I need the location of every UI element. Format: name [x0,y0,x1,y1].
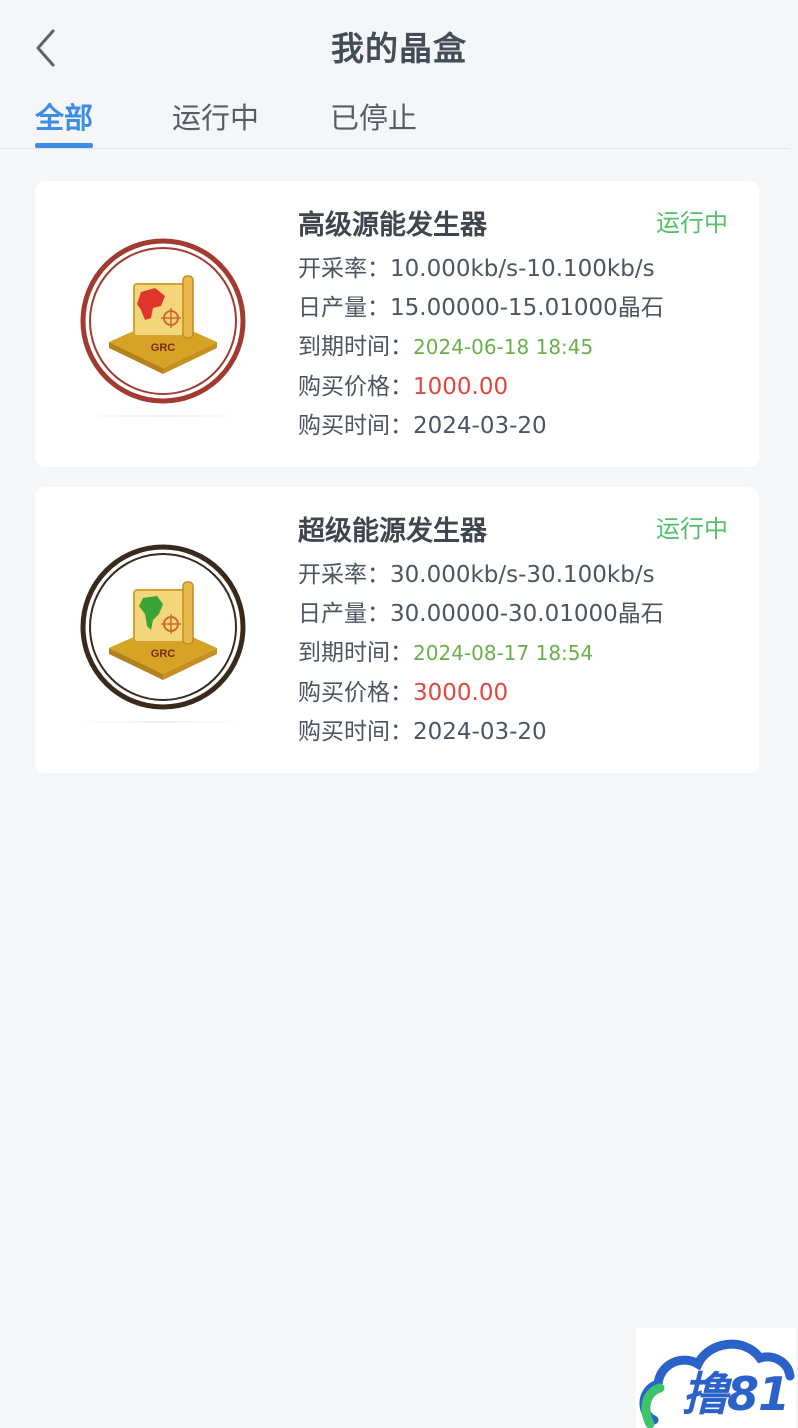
purchase-price-label: 购买价格： [298,680,413,706]
product-name: 超级能源发生器 [298,516,487,547]
status-badge: 运行中 [656,209,728,237]
daily-output-label: 日产量： [298,295,390,321]
page-title: 我的晶盒 [331,29,467,68]
purchase-time-label: 购买时间： [298,719,413,745]
grc-logo-icon: GRC [80,544,246,710]
logo-shadow [71,721,251,723]
purchase-time: 购买时间：2024-03-20 [298,712,547,746]
logo-text: GRC [151,342,176,354]
grc-logo-icon: GRC [80,238,246,404]
daily-output-value: 30.00000-30.01000晶石 [390,601,664,627]
expire-time: 到期时间：2024-06-18 18:45 [298,327,593,361]
daily-output: 日产量：15.00000-15.01000晶石 [298,288,664,322]
logo-text: GRC [151,648,176,660]
mining-rate-label: 开采率： [298,562,390,588]
expire-time-value: 2024-08-17 18:54 [413,641,594,665]
mining-rate: 开采率：30.000kb/s-30.100kb/s [298,555,655,589]
status-badge: 运行中 [656,515,728,543]
mining-rate: 开采率：10.000kb/s-10.100kb/s [298,249,655,283]
mining-rate-label: 开采率： [298,256,390,282]
watermark: 撸81 [636,1328,796,1428]
tab-stopped[interactable]: 已停止 [330,98,417,148]
crystal-box-card[interactable]: GRC 超级能源发生器 运行中 开采率：30.000kb/s-30.100kb/… [35,487,759,773]
tab-running[interactable]: 运行中 [172,98,259,148]
mining-rate-value: 10.000kb/s-10.100kb/s [390,256,655,282]
watermark-text: 撸81 [682,1367,790,1421]
purchase-time-value: 2024-03-20 [413,413,547,439]
purchase-time-label: 购买时间： [298,413,413,439]
daily-output: 日产量：30.00000-30.01000晶石 [298,594,664,628]
expire-time: 到期时间：2024-08-17 18:54 [298,633,593,667]
expire-time-label: 到期时间： [298,640,413,666]
expire-time-value: 2024-06-18 18:45 [413,335,594,359]
purchase-time-value: 2024-03-20 [413,719,547,745]
tab-all[interactable]: 全部 [35,98,94,148]
product-name: 高级源能发生器 [298,210,487,241]
purchase-price-label: 购买价格： [298,374,413,400]
tab-bar: 全部 运行中 已停止 [0,96,790,149]
expire-time-label: 到期时间： [298,334,413,360]
purchase-price: 购买价格：3000.00 [298,673,508,707]
daily-output-label: 日产量： [298,601,390,627]
purchase-time: 购买时间：2024-03-20 [298,406,547,440]
purchase-price-value: 3000.00 [413,680,509,706]
logo-shadow [71,415,251,417]
crystal-box-card[interactable]: GRC 高级源能发生器 运行中 开采率：10.000kb/s-10.100kb/… [35,181,759,467]
daily-output-value: 15.00000-15.01000晶石 [390,295,664,321]
purchase-price-value: 1000.00 [413,374,509,400]
purchase-price: 购买价格：1000.00 [298,367,508,401]
top-bar: 我的晶盒 [0,0,798,96]
mining-rate-value: 30.000kb/s-30.100kb/s [390,562,655,588]
